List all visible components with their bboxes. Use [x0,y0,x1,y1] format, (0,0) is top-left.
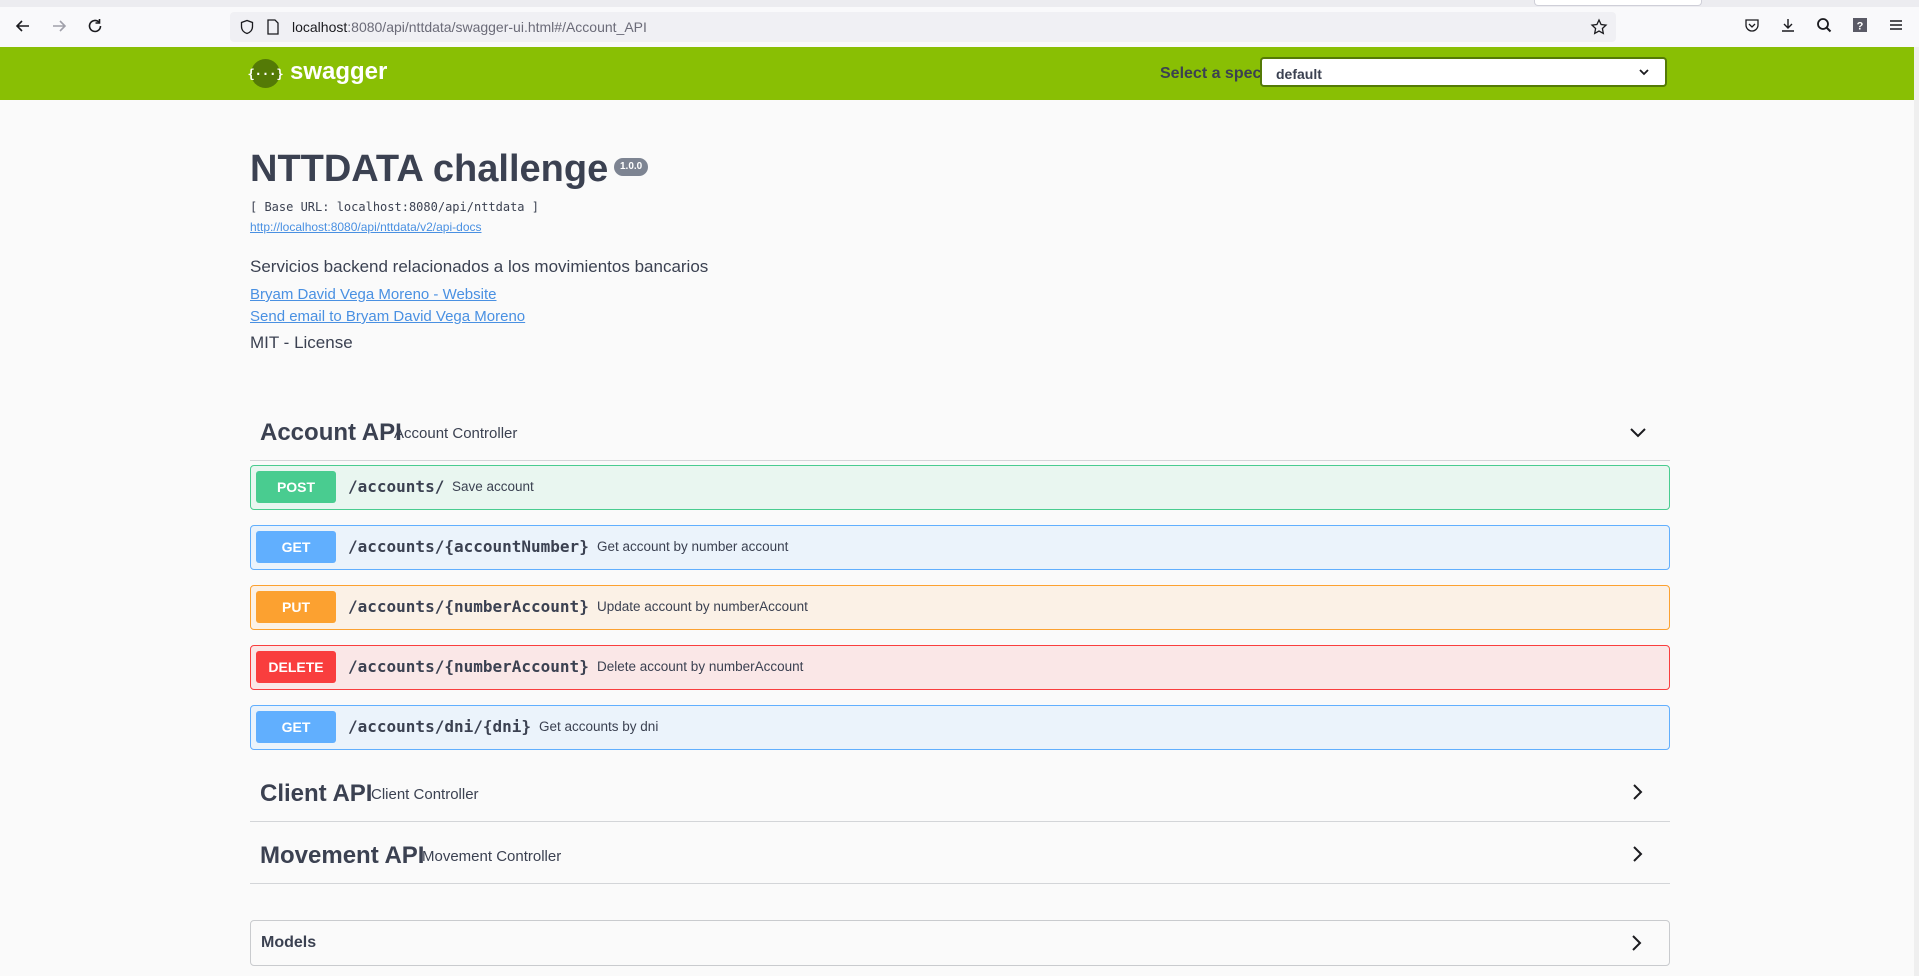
bookmark-star-icon[interactable] [1590,18,1608,36]
tag-name: Client API [260,780,373,807]
forward-icon[interactable] [48,15,70,37]
license-text: MIT - License [250,333,353,352]
download-icon[interactable] [1778,15,1798,35]
chevron-down-icon [1635,63,1653,86]
operation-get-account-by-number[interactable]: GET /accounts/{accountNumber} Get accoun… [250,525,1670,570]
tag-description: Movement Controller [422,848,562,865]
url-host: localhost [292,19,348,35]
spec-select[interactable]: default [1260,57,1667,87]
operation-path: /accounts/{numberAccount} [348,597,589,616]
operation-summary: Update account by numberAccount [597,599,808,614]
swagger-logo-icon[interactable]: {···} [247,59,284,88]
api-title: NTTDATA challenge [250,148,609,190]
contact-email-link[interactable]: Send email to Bryam David Vega Moreno [250,308,525,325]
url-bar[interactable]: localhost:8080/api/nttdata/swagger-ui.ht… [230,12,1616,42]
api-docs-link[interactable]: http://localhost:8080/api/nttdata/v2/api… [250,220,482,234]
operation-summary: Get account by number account [597,539,789,554]
back-icon[interactable] [12,15,34,37]
operation-delete-account[interactable]: DELETE /accounts/{numberAccount} Delete … [250,645,1670,690]
method-badge-get: GET [256,711,336,743]
tag-name: Movement API [260,842,425,869]
url-path: :8080/api/nttdata/swagger-ui.html#/Accou… [347,19,647,35]
operation-path: /accounts/dni/{dni} [348,717,532,736]
pocket-icon[interactable] [1742,15,1762,35]
svg-text:?: ? [1857,21,1864,33]
operation-summary: Delete account by numberAccount [597,659,804,674]
base-url: [ Base URL: localhost:8080/api/nttdata ] [250,200,539,214]
page-icon[interactable] [264,18,282,36]
tag-description: Account Controller [394,425,518,442]
chevron-down-icon[interactable] [1628,423,1648,443]
spec-label: Select a spec [1160,65,1262,82]
chevron-right-icon[interactable] [1627,933,1647,958]
extension-search-icon[interactable] [1814,15,1834,35]
shield-icon[interactable] [238,18,256,36]
version-badge: 1.0.0 [614,158,649,176]
operation-get-accounts-by-dni[interactable]: GET /accounts/dni/{dni} Get accounts by … [250,705,1670,750]
tag-header-account-api[interactable]: Account API Account Controller [250,401,1670,461]
browser-tab[interactable] [1534,0,1702,6]
tag-header-client-api[interactable]: Client API Client Controller [250,762,1670,822]
operation-summary: Save account [452,479,534,494]
tag-description: Client Controller [371,786,479,803]
models-section[interactable]: Models [250,920,1670,966]
scrollbar[interactable] [1914,47,1919,976]
operation-path: /accounts/ [348,477,445,496]
help-extension-icon[interactable]: ? [1850,15,1870,35]
chevron-right-icon[interactable] [1628,844,1648,864]
swagger-logo-text[interactable]: swagger [290,58,387,86]
operation-summary: Get accounts by dni [539,719,659,734]
reload-icon[interactable] [84,15,106,37]
operation-post-accounts[interactable]: POST /accounts/ Save account [250,465,1670,510]
url-text[interactable]: localhost:8080/api/nttdata/swagger-ui.ht… [292,19,647,35]
method-badge-get: GET [256,531,336,563]
spec-select-value: default [1276,66,1322,82]
operation-path: /accounts/{numberAccount} [348,657,589,676]
chevron-right-icon[interactable] [1628,782,1648,802]
swagger-topbar: {···} swagger Select a spec default [0,47,1919,100]
browser-toolbar: localhost:8080/api/nttdata/swagger-ui.ht… [0,0,1919,48]
tag-header-movement-api[interactable]: Movement API Movement Controller [250,824,1670,884]
models-label: Models [261,934,317,951]
operation-path: /accounts/{accountNumber} [348,537,589,556]
tag-name: Account API [260,419,402,446]
method-badge-post: POST [256,471,336,503]
method-badge-delete: DELETE [256,651,336,683]
menu-icon[interactable] [1886,15,1906,35]
operation-put-account[interactable]: PUT /accounts/{numberAccount} Update acc… [250,585,1670,630]
api-description: Servicios backend relacionados a los mov… [250,257,709,276]
method-badge-put: PUT [256,591,336,623]
contact-website-link[interactable]: Bryam David Vega Moreno - Website [250,286,497,303]
